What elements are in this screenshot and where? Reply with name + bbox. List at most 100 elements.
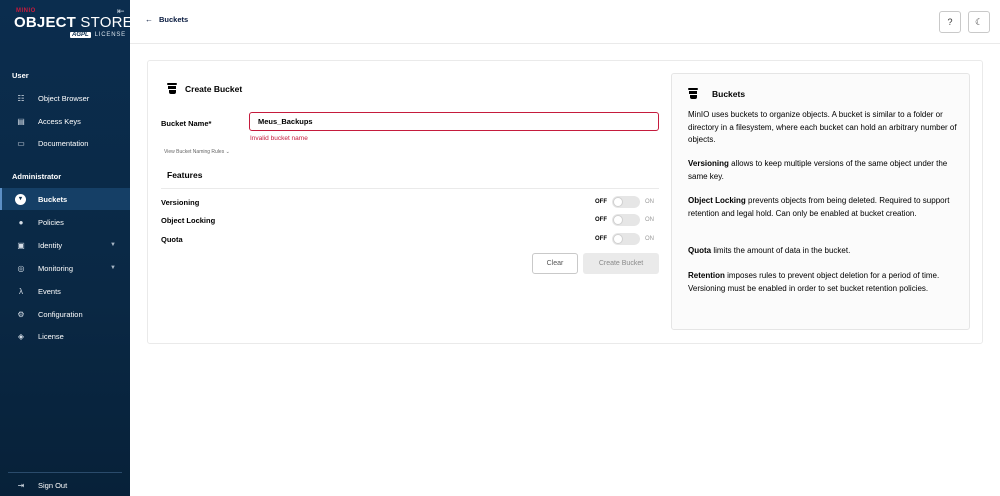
chevron-down-icon: ▼ (110, 242, 116, 248)
bucket-icon (688, 88, 698, 100)
sidebar-item-label: Buckets (38, 194, 68, 204)
form-title-text: Create Bucket (185, 84, 243, 94)
object-locking-toggle[interactable] (612, 214, 640, 226)
sidebar-item-label: Policies (38, 217, 64, 227)
sign-out-label: Sign Out (38, 480, 68, 490)
sidebar-item-buckets[interactable]: ▾ Buckets (0, 188, 130, 210)
license-row: AGPL LICENSE (70, 32, 126, 38)
sidebar-item-object-browser[interactable]: ☷ Object Browser (0, 87, 130, 109)
features-title: Features (167, 170, 203, 180)
toggle-on-label: ON (645, 199, 654, 205)
toggle-on-label: ON (645, 217, 654, 223)
toggle-knob (613, 234, 623, 244)
sidebar-item-access-keys[interactable]: ▤ Access Keys (0, 110, 130, 132)
help-icon: ? (947, 17, 953, 27)
toggle-knob (613, 215, 623, 225)
sidebar-divider (8, 472, 122, 473)
features-divider (161, 188, 659, 189)
feature-quota: Quota OFF ON (161, 232, 659, 246)
help-title: Buckets (688, 88, 745, 100)
brand-name-thin: STORE (80, 14, 133, 31)
naming-rules-text: View Bucket Naming Rules (164, 149, 225, 155)
clear-button[interactable]: Clear (532, 253, 578, 274)
sidebar-item-label: License (38, 331, 64, 341)
sidebar-item-events[interactable]: λ Events (0, 280, 130, 302)
sign-out-icon: ⇥ (17, 480, 25, 490)
help-term: Versioning (688, 159, 729, 168)
sign-out-button[interactable]: ⇥ Sign Out (0, 474, 130, 496)
versioning-toggle[interactable] (612, 196, 640, 208)
section-administrator: Administrator (12, 172, 62, 181)
sidebar-item-identity[interactable]: ▣ Identity ▼ (0, 234, 130, 256)
bucket-icon (167, 83, 177, 95)
feature-label: Object Locking (161, 216, 216, 225)
chevron-down-icon: ⌄ (225, 149, 230, 155)
help-button[interactable]: ? (939, 11, 961, 33)
toggle-knob (613, 197, 623, 207)
sidebar: MINIO OBJECT STORE AGPL LICENSE ⇤ User ☷… (0, 0, 133, 496)
license-icon: ◈ (17, 331, 25, 341)
chevron-down-icon: ▼ (110, 265, 116, 271)
sidebar-item-label: Events (38, 286, 61, 296)
bucket-name-label: Bucket Name* (161, 119, 212, 128)
object-browser-icon: ☷ (17, 93, 25, 103)
view-naming-rules-link[interactable]: View Bucket Naming Rules ⌄ (164, 149, 230, 155)
dark-mode-button[interactable]: ☾ (968, 11, 990, 33)
sidebar-item-monitoring[interactable]: ◎ Monitoring ▼ (0, 257, 130, 279)
arrow-left-icon: ← (145, 15, 153, 24)
access-keys-icon: ▤ (17, 116, 25, 126)
help-quota: Quota limits the amount of data in the b… (688, 245, 958, 258)
section-user: User (12, 71, 29, 80)
sidebar-item-label: Configuration (38, 309, 83, 319)
toggle-on-label: ON (645, 236, 654, 242)
create-bucket-title: Create Bucket (167, 83, 242, 95)
sidebar-item-label: Monitoring (38, 263, 74, 273)
help-term: Object Locking (688, 196, 746, 205)
lambda-icon: λ (19, 286, 23, 296)
gear-icon: ⚙ (17, 309, 25, 319)
license-text: LICENSE (94, 32, 126, 38)
help-term: Quota (688, 246, 712, 255)
feature-label: Versioning (161, 198, 200, 207)
help-text: limits the amount of data in the bucket. (711, 246, 851, 255)
feature-versioning: Versioning OFF ON (161, 195, 659, 209)
toggle-off-label: OFF (595, 217, 607, 223)
minio-logo: MINIO OBJECT STORE AGPL LICENSE (14, 8, 133, 42)
bucket-name-input[interactable] (249, 112, 659, 131)
sidebar-item-label: Access Keys (38, 116, 81, 126)
help-retention: Retention imposes rules to prevent objec… (688, 270, 958, 295)
toggle-off-label: OFF (595, 199, 607, 205)
sidebar-item-label: Identity (38, 240, 63, 250)
policies-icon: ● (18, 217, 24, 227)
bucket-name-error: Invalid bucket name (250, 135, 308, 142)
help-text: imposes rules to prevent object deletion… (688, 271, 940, 293)
toggle-off-label: OFF (595, 236, 607, 242)
sidebar-item-configuration[interactable]: ⚙ Configuration (0, 303, 130, 325)
monitoring-icon: ◎ (17, 263, 25, 273)
back-label: Buckets (159, 15, 189, 24)
help-title-text: Buckets (712, 89, 746, 99)
sidebar-item-license[interactable]: ◈ License (0, 325, 130, 347)
help-object-locking: Object Locking prevents objects from bei… (688, 195, 958, 220)
sidebar-item-label: Documentation (38, 138, 89, 148)
sidebar-item-documentation[interactable]: ▭ Documentation (0, 132, 130, 154)
identity-icon: ▣ (17, 240, 25, 250)
brand-name-bold: OBJECT (14, 14, 77, 31)
bucket-icon: ▾ (15, 193, 26, 205)
quota-toggle[interactable] (612, 233, 640, 245)
help-term: Retention (688, 271, 725, 280)
sidebar-item-label: Object Browser (38, 93, 90, 103)
create-bucket-button[interactable]: Create Bucket (583, 253, 659, 274)
sidebar-item-policies[interactable]: ● Policies (0, 211, 130, 233)
create-bucket-card: Create Bucket Bucket Name* Invalid bucke… (147, 60, 983, 344)
buckets-help-panel: Buckets MinIO uses buckets to organize o… (671, 73, 970, 330)
feature-object-locking: Object Locking OFF ON (161, 213, 659, 227)
brand-name: OBJECT STORE (14, 14, 133, 31)
top-bar: ← Buckets ? ☾ (130, 0, 1000, 44)
back-to-buckets-link[interactable]: ← Buckets (145, 15, 188, 24)
help-versioning: Versioning allows to keep multiple versi… (688, 158, 958, 183)
feature-label: Quota (161, 235, 183, 244)
collapse-sidebar-icon[interactable]: ⇤ (117, 6, 125, 17)
help-intro: MinIO uses buckets to organize objects. … (688, 110, 957, 144)
moon-icon: ☾ (974, 16, 984, 27)
